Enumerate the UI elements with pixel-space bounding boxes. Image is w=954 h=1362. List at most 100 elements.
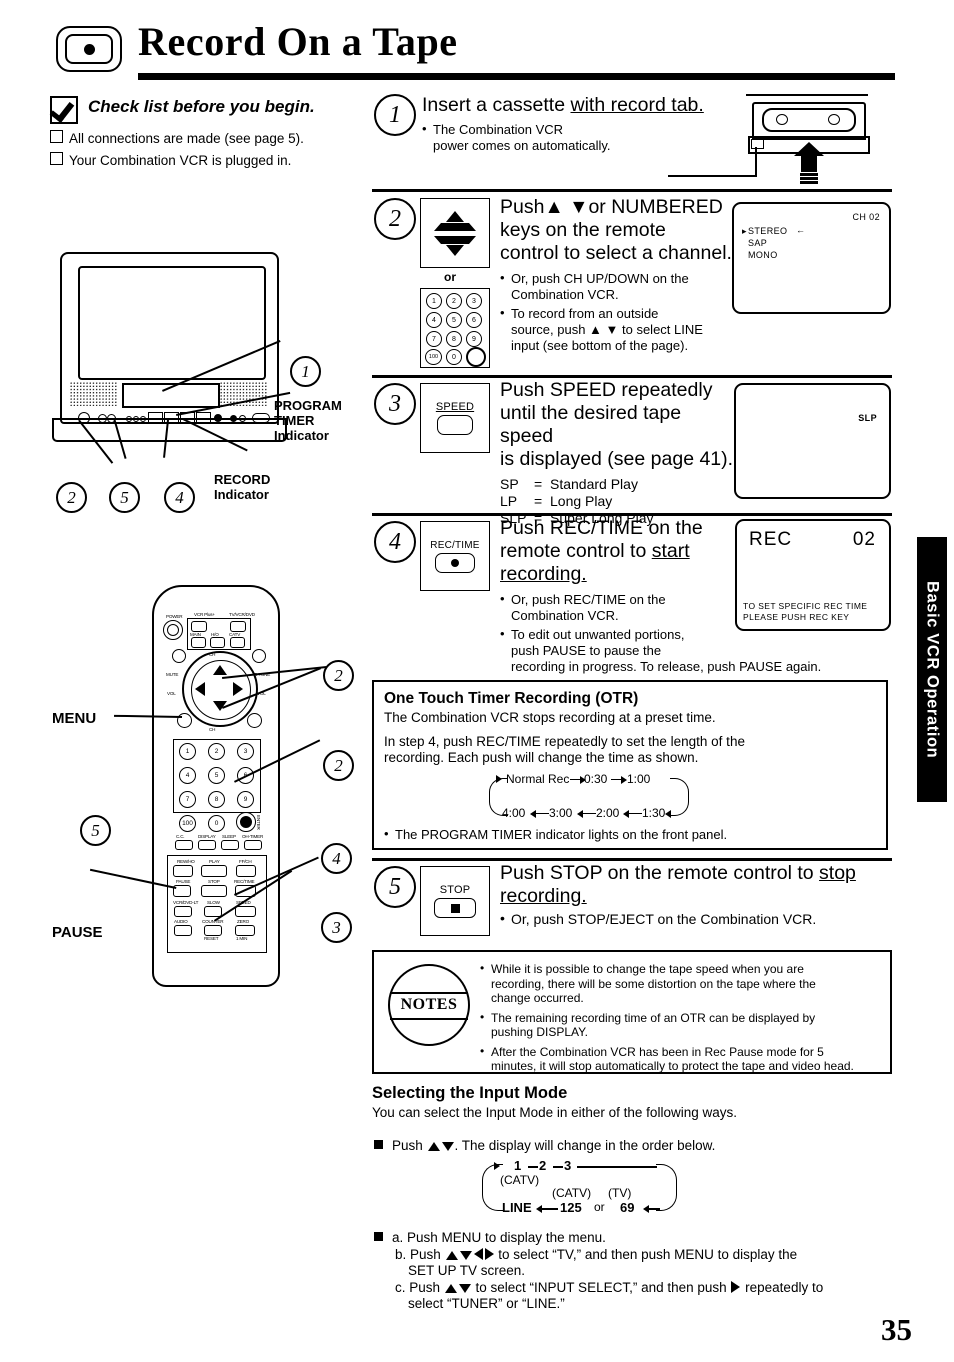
rectime-key-icon: REC/TIME	[420, 521, 490, 591]
remote-button[interactable]	[191, 637, 206, 648]
menu-label: MENU	[52, 710, 97, 727]
input-cycle-sub: (CATV)	[500, 1173, 540, 1187]
input-cycle-or: or	[594, 1200, 605, 1214]
sleep-button-icon[interactable]	[221, 840, 239, 850]
keypad-key-8[interactable]: 8	[208, 791, 225, 808]
step-2-heading-line3: control to select a channel.	[500, 242, 732, 264]
otr-title: One Touch Timer Recording (OTR)	[384, 690, 639, 707]
step-2-bullet-2: To record from an outside source, push ▲…	[500, 305, 732, 354]
keypad-key-2[interactable]: 2	[208, 743, 225, 760]
right-triangle-icon	[731, 1280, 741, 1293]
step-4-bullet-1: Or, push REC/TIME on the Combination VCR…	[500, 591, 736, 624]
step-3-heading-line2: until the desired tape speed	[500, 402, 682, 447]
remote-callout-2a: 2	[323, 660, 354, 691]
step-5-bullet: Or, push STOP/EJECT on the Combination V…	[500, 910, 892, 927]
keypad-key-4[interactable]: 4	[179, 767, 196, 784]
fastforward-button-icon[interactable]	[236, 865, 256, 877]
keypad-key-7[interactable]: 7	[179, 791, 196, 808]
checkbox-icon[interactable]	[50, 152, 63, 165]
stop-button-icon[interactable]	[201, 885, 227, 897]
notes-list: While it is possible to change the tape …	[480, 961, 878, 1079]
step-3-heading-line1: Push SPEED repeatedly	[500, 379, 713, 401]
remote-button[interactable]	[210, 637, 225, 648]
step-number-2: 2	[374, 198, 416, 240]
play-button-icon[interactable]	[201, 865, 227, 877]
notes-item: The remaining recording time of an OTR c…	[480, 1010, 878, 1040]
down-triangle-icon	[441, 1141, 454, 1151]
remote-micro-label: RESET	[204, 936, 219, 941]
keypad-key-100[interactable]: 100	[179, 815, 196, 832]
remote-button[interactable]	[230, 637, 245, 648]
navigation-dial-icon[interactable]: – +	[182, 651, 258, 727]
step-4-heading-line3: recording.	[500, 563, 587, 585]
remote-micro-label: ZERO	[237, 919, 249, 924]
remote-micro-label: VCR/DVD-LT	[173, 900, 199, 905]
side-tab-label: Basic VCR Operation	[923, 580, 942, 759]
display-button-icon[interactable]	[198, 840, 216, 850]
step-number-3: 3	[374, 383, 416, 425]
keypad-key-9[interactable]: 9	[237, 791, 254, 808]
counter-button-icon[interactable]	[204, 925, 222, 936]
remote-button[interactable]	[191, 621, 207, 632]
tv-front-panel-illustration: 1 2 5 4 PROGRAM TIMER Indicator RECORD I…	[52, 250, 342, 513]
audio-button-icon[interactable]	[174, 925, 192, 936]
speed-button-icon[interactable]	[235, 906, 256, 917]
remote-micro-label: COUNTER	[202, 919, 224, 924]
r-tune-button-icon[interactable]	[252, 649, 266, 663]
screen-audio-row-mono: MONO	[748, 250, 778, 260]
program-timer-label-line2: TIMER	[274, 413, 315, 428]
remote-micro-label: AUDIO	[174, 919, 188, 924]
input-mode-step-c-cont: select “TUNER” or “LINE.”	[408, 1296, 565, 1311]
square-bullet-icon	[374, 1139, 383, 1149]
input-mode-section: Selecting the Input Mode You can select …	[372, 1084, 892, 1313]
step-4-bullet-2: To edit out unwanted portions, push PAUS…	[500, 626, 901, 675]
remote-micro-label: PLAY	[209, 859, 220, 864]
step-1-heading-underlined: with record tab.	[570, 94, 704, 116]
keypad-key-5[interactable]: 5	[208, 767, 225, 784]
notes-seal-icon: NOTES	[388, 964, 470, 1046]
step-1-bullet: The Combination VCR power comes on autom…	[422, 121, 722, 154]
checklist-item: All connections are made (see page 5).	[50, 130, 304, 146]
keypad-key-0[interactable]: 0	[208, 815, 225, 832]
remote-control-illustration: POWER VCR Plus+ TV/VCR/DVD MAIN H/O CATV…	[52, 585, 354, 987]
input-mode-intro: You can select the Input Mode in either …	[372, 1105, 737, 1120]
checkbox-icon[interactable]	[50, 130, 63, 143]
timer-button-icon[interactable]	[244, 840, 262, 850]
record-indicator-label-line1: RECORD	[214, 472, 271, 487]
input-cycle-item: 2	[539, 1158, 547, 1173]
remote-callout-2b: 2	[323, 750, 354, 781]
program-timer-label-line1: PROGRAM	[274, 398, 342, 413]
vcr-dvd-button-icon[interactable]	[174, 906, 192, 917]
up-triangle-icon	[427, 1141, 440, 1151]
pause-label: PAUSE	[52, 924, 103, 941]
otr-cycle-item: 1:00	[627, 771, 651, 786]
numbered-keys-icon: 1 2 3 4 5 6 7 8 9 100 0	[420, 288, 490, 368]
menu-button-icon[interactable]	[177, 713, 192, 728]
power-button-inner	[167, 624, 179, 636]
checklist-item: Your Combination VCR is plugged in.	[50, 152, 291, 168]
cc-button-icon[interactable]	[175, 840, 193, 850]
otr-cycle-item: 2:00	[596, 805, 620, 820]
remote-button[interactable]	[230, 621, 246, 632]
step-3-tv-screen-mock: SLP	[734, 383, 891, 499]
record-tab-icon	[751, 139, 764, 149]
screen-rec-hint-2: PLEASE PUSH REC KEY	[743, 612, 850, 622]
screen-rec-hint-1: TO SET SPECIFIC REC TIME	[743, 601, 868, 611]
remote-body-icon: POWER VCR Plus+ TV/VCR/DVD MAIN H/O CATV…	[152, 585, 280, 987]
remote-micro-label: CH	[209, 727, 216, 732]
keypad-key-3[interactable]: 3	[237, 743, 254, 760]
screen-audio-row-sap: SAP	[748, 238, 768, 248]
onemin-button-icon[interactable]	[235, 925, 255, 936]
step-2-tv-screen-mock: CH 02 ▸ STEREO ← SAP MONO	[732, 202, 891, 314]
enter-label: ENTER	[256, 815, 261, 830]
callout-marker-2: 2	[56, 482, 87, 513]
remote-micro-label: C.C.	[176, 834, 185, 839]
rewind-button-icon[interactable]	[173, 865, 193, 877]
page-number: 35	[881, 1312, 912, 1347]
keypad-key-1[interactable]: 1	[179, 743, 196, 760]
step-divider	[372, 189, 892, 192]
otr-cycle-diagram: Normal Rec 0:30 1:00 4:00 3:00 2:00 1:30	[384, 770, 876, 826]
mute-button-icon[interactable]	[172, 649, 186, 663]
up-triangle-icon	[445, 1250, 458, 1260]
speed-button-icon[interactable]	[247, 713, 262, 728]
